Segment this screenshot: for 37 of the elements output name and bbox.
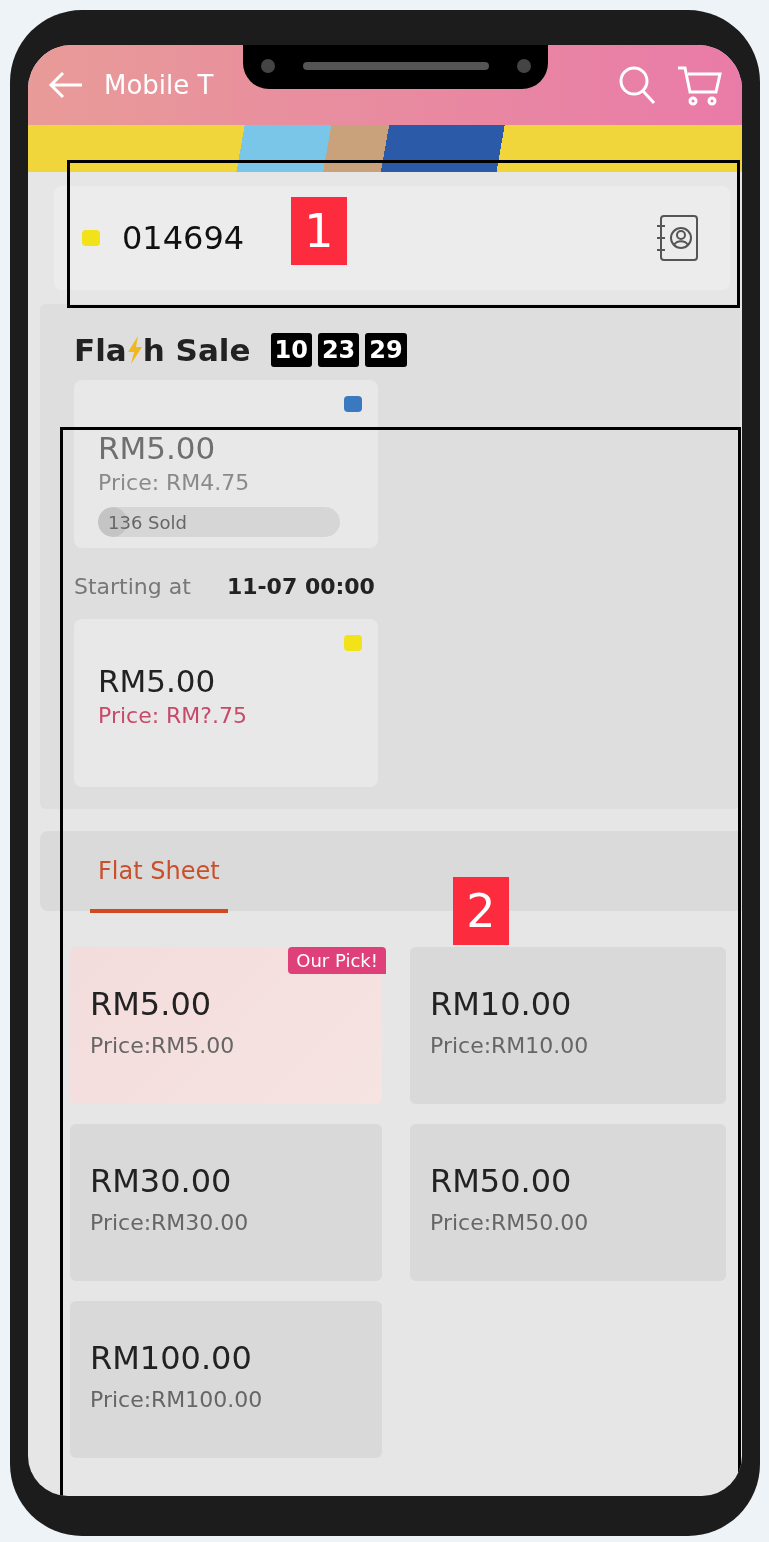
price: Price: RM?.75 (98, 703, 248, 728)
sold-count: 136 Sold (107, 511, 187, 533)
top-up-option-card[interactable]: RM100.00 Price:RM100.00 (70, 1301, 382, 1458)
carrier-logo (344, 635, 362, 651)
lightning-icon (126, 336, 143, 364)
countdown-digits: 23 (317, 333, 360, 367)
flash-sale-title: Fla h Sale (74, 332, 251, 368)
search-icon[interactable] (618, 65, 656, 105)
cart-icon[interactable] (676, 64, 722, 106)
price: Price: RM4.75 (98, 470, 251, 495)
amount: RM5.00 (98, 663, 217, 699)
price: Price:RM30.00 (90, 1210, 250, 1235)
price: Price:RM50.00 (430, 1210, 590, 1235)
contact-book-icon[interactable] (654, 214, 700, 262)
countdown-digits: 29 (365, 333, 407, 367)
price: Price:RM10.00 (430, 1033, 590, 1058)
back-arrow-icon[interactable] (48, 70, 84, 100)
amount: RM5.00 (90, 985, 213, 1023)
countdown-digits: 10 (270, 333, 312, 367)
top-up-option-card[interactable]: RM50.00 Price:RM50.00 (410, 1124, 726, 1281)
amount: RM50.00 (430, 1162, 573, 1200)
page-title: Mobile T (104, 70, 215, 100)
amount: RM10.00 (430, 985, 573, 1023)
price: Price:RM100.00 (90, 1387, 264, 1412)
price: Price:RM5.00 (90, 1033, 236, 1058)
annotation-number: 2 (453, 877, 509, 945)
amount: RM30.00 (90, 1162, 233, 1200)
amount: RM5.00 (98, 430, 217, 466)
starting-time: 11-07 00:00 (226, 574, 375, 599)
carrier-logo (344, 396, 362, 412)
annotation-number: 1 (291, 197, 347, 265)
carrier-logo (82, 230, 100, 246)
top-up-option-card[interactable]: RM10.00 Price:RM10.00 (410, 947, 726, 1104)
amount: RM100.00 (90, 1339, 253, 1377)
top-up-option-card[interactable]: RM30.00 Price:RM30.00 (70, 1124, 382, 1281)
starting-label: Starting at (74, 574, 191, 599)
our-pick-badge: Our Pick! (288, 947, 386, 974)
